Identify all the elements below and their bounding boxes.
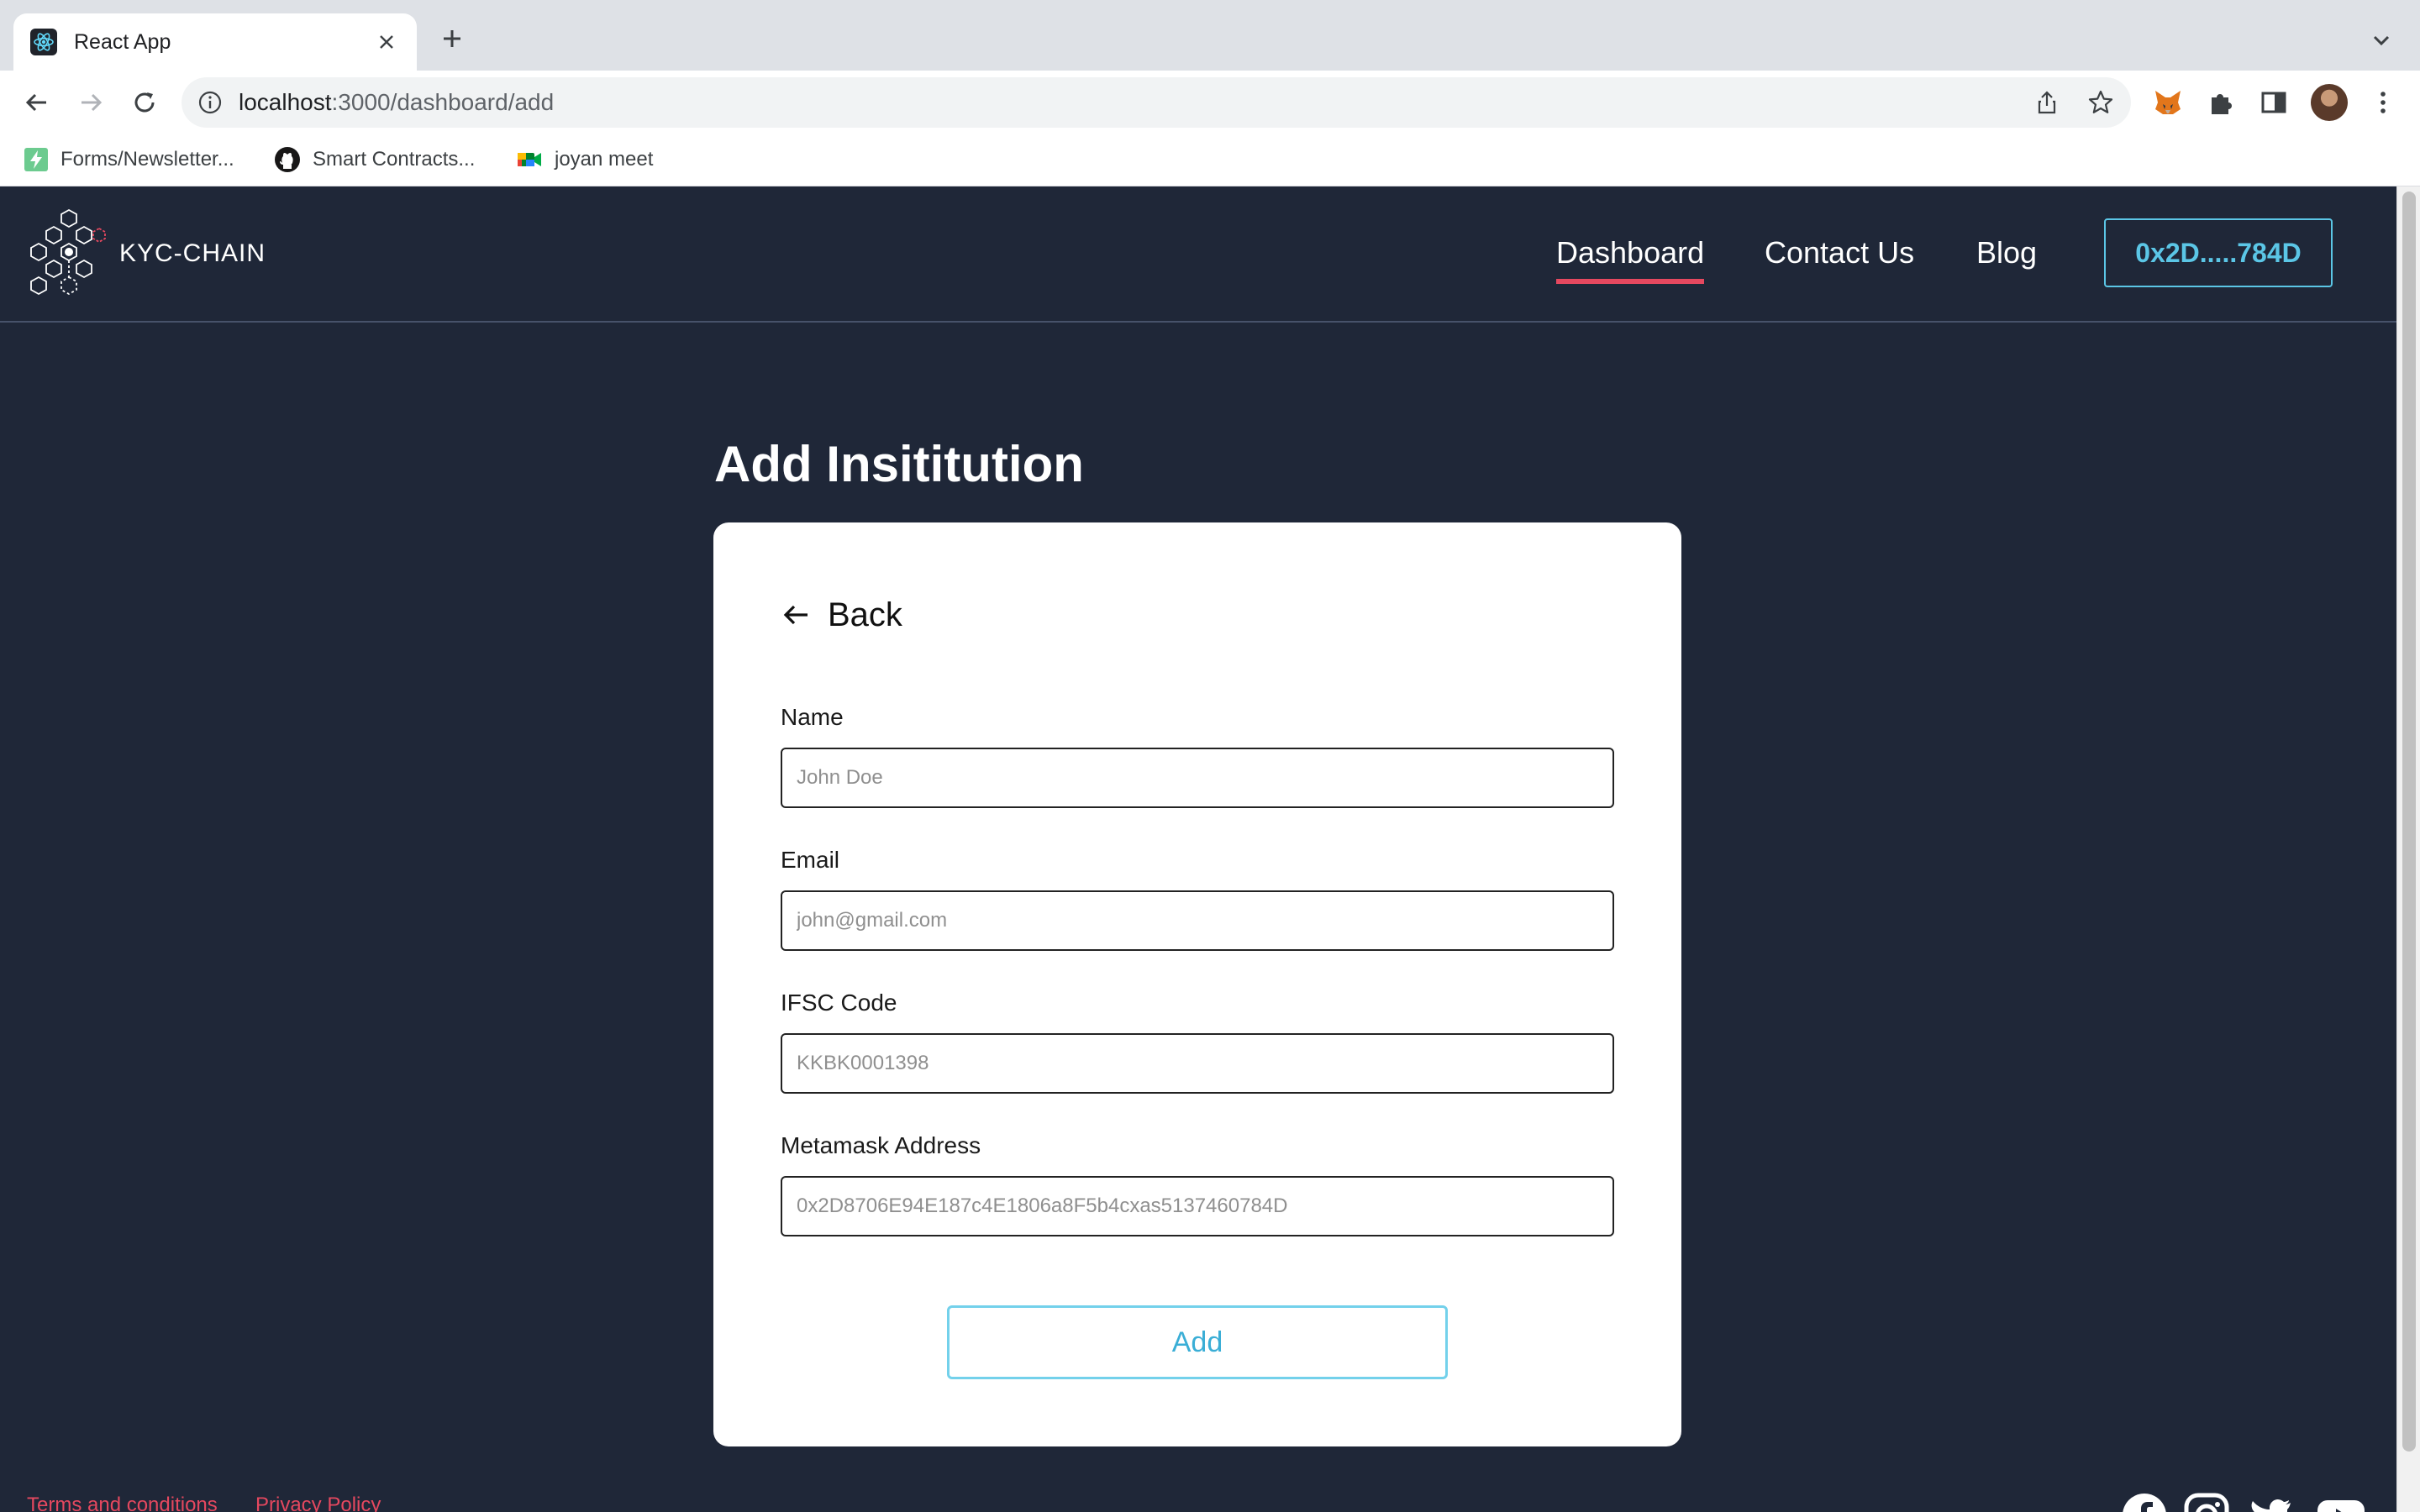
- bookmark-joyan-meet[interactable]: joyan meet: [516, 144, 653, 175]
- bookmark-smart-contracts[interactable]: Smart Contracts...: [274, 144, 475, 175]
- nav-contact-us[interactable]: Contact Us: [1765, 235, 1914, 270]
- scrollbar-thumb[interactable]: [2402, 192, 2416, 1452]
- twitter-icon[interactable]: [2247, 1492, 2294, 1512]
- github-icon: [275, 147, 300, 172]
- youtube-icon[interactable]: [2316, 1492, 2365, 1512]
- react-icon: [30, 29, 57, 55]
- page-title: Add Insititution: [714, 436, 1084, 492]
- bookmark-label: joyan meet: [555, 148, 654, 171]
- new-tab-icon[interactable]: [435, 22, 469, 55]
- close-tab-icon[interactable]: [373, 29, 400, 55]
- share-icon[interactable]: [2033, 89, 2060, 116]
- bookmark-label: Forms/Newsletter...: [60, 148, 234, 171]
- browser-toolbar: localhost:3000/dashboard/add: [0, 71, 2420, 134]
- footer-terms-link[interactable]: Terms and conditions: [27, 1494, 218, 1512]
- site-header: KYC-CHAIN Dashboard Contact Us Blog 0x2D…: [0, 186, 2396, 323]
- tab-title: React App: [74, 29, 171, 54]
- more-vertical-icon[interactable]: [2368, 87, 2398, 118]
- name-input[interactable]: [781, 748, 1614, 808]
- extensions-puzzle-icon[interactable]: [2207, 87, 2237, 118]
- facebook-icon[interactable]: [2121, 1492, 2168, 1512]
- instagram-icon[interactable]: [2183, 1492, 2230, 1512]
- back-button[interactable]: Back: [781, 590, 902, 640]
- bookmarks-bar: Forms/Newsletter... Smart Contracts... j…: [0, 134, 2420, 186]
- page-content: KYC-CHAIN Dashboard Contact Us Blog 0x2D…: [0, 186, 2396, 1512]
- nav-blog[interactable]: Blog: [1976, 235, 2037, 270]
- nav-dashboard[interactable]: Dashboard: [1556, 235, 1705, 284]
- logo-text: KYC-CHAIN: [119, 239, 266, 267]
- name-label: Name: [781, 704, 844, 730]
- google-meet-icon: [518, 153, 541, 166]
- arrow-left-icon: [783, 605, 808, 625]
- url-host: localhost: [239, 89, 332, 115]
- bolt-icon: [24, 148, 48, 171]
- bookmark-label: Smart Contracts...: [313, 148, 476, 171]
- site-logo[interactable]: KYC-CHAIN: [25, 207, 266, 301]
- wallet-address-button[interactable]: 0x2D.....784D: [2104, 218, 2333, 287]
- forward-arrow-icon[interactable]: [71, 82, 111, 123]
- profile-avatar[interactable]: [2311, 84, 2348, 121]
- metamask-address-input[interactable]: [781, 1176, 1614, 1236]
- back-arrow-icon[interactable]: [17, 82, 57, 123]
- url-path: :3000/dashboard/add: [331, 89, 555, 115]
- page-scrollbar[interactable]: [2396, 186, 2420, 1512]
- metamask-address-label: Metamask Address: [781, 1132, 981, 1158]
- bookmark-forms[interactable]: Forms/Newsletter...: [24, 144, 234, 175]
- ifsc-code-input[interactable]: [781, 1033, 1614, 1094]
- footer-privacy-link[interactable]: Privacy Policy: [255, 1494, 381, 1512]
- add-button[interactable]: Add: [947, 1305, 1448, 1379]
- info-icon[interactable]: [197, 89, 224, 116]
- hexagon-network-logo-icon: [30, 208, 106, 296]
- chevron-down-icon[interactable]: [2366, 25, 2396, 55]
- side-panel-icon[interactable]: [2259, 87, 2289, 118]
- ifsc-code-label: IFSC Code: [781, 990, 897, 1016]
- email-input[interactable]: [781, 890, 1614, 951]
- email-label: Email: [781, 847, 840, 873]
- browser-tab[interactable]: React App: [13, 13, 417, 71]
- reload-icon[interactable]: [124, 82, 165, 123]
- add-institution-form-card: Back Name Email IFSC Code Metamask Addre…: [713, 522, 1681, 1446]
- metamask-fox-icon[interactable]: [2153, 87, 2183, 118]
- url-text: localhost:3000/dashboard/add: [239, 77, 554, 128]
- back-label: Back: [828, 596, 902, 633]
- address-bar[interactable]: localhost:3000/dashboard/add: [182, 77, 2131, 128]
- browser-tabstrip: React App: [0, 0, 2420, 71]
- star-icon[interactable]: [2087, 89, 2114, 116]
